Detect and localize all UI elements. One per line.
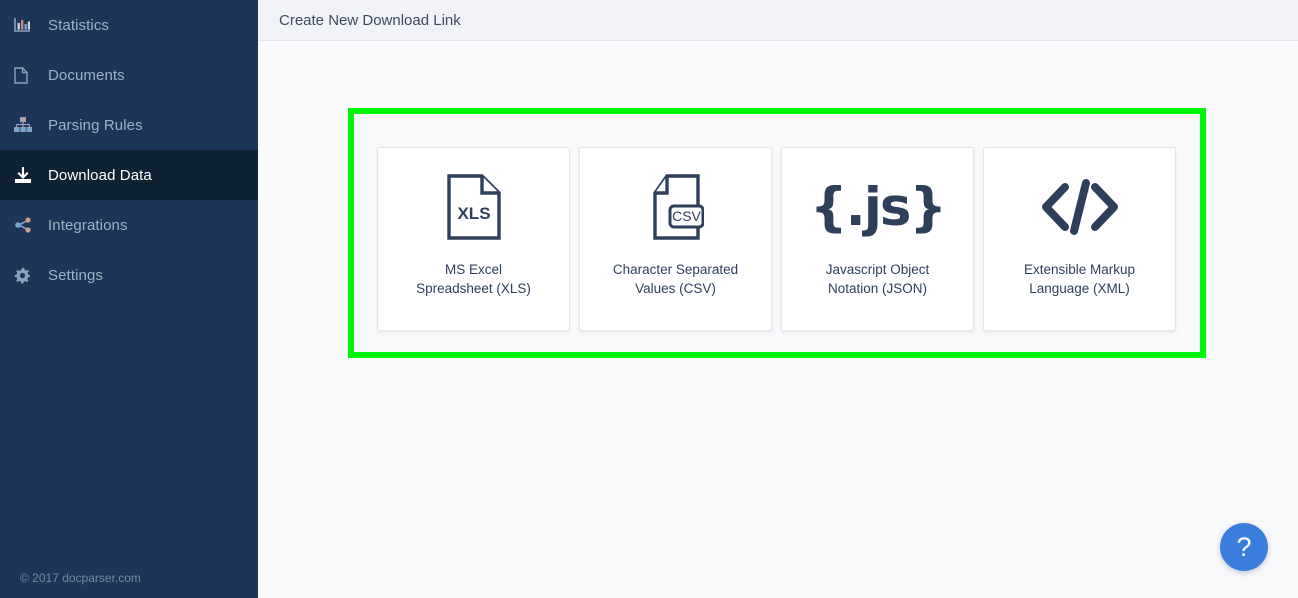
format-card-label: Character Separated Values (CSV) [612, 262, 739, 296]
sidebar-item-label: Integrations [48, 216, 128, 234]
main-area: Create New Download Link XLS MS Excel Sp… [258, 0, 1298, 598]
json-js-icon: {.js} [809, 169, 947, 245]
sidebar-item-label: Settings [48, 266, 103, 284]
share-icon [14, 215, 44, 235]
download-icon [14, 165, 44, 185]
bar-chart-icon [14, 15, 44, 35]
sidebar-item-label: Documents [48, 66, 125, 84]
format-card-csv[interactable]: CSV Character Separated Values (CSV) [579, 147, 772, 331]
xls-file-icon: XLS [446, 169, 501, 245]
sidebar-copyright: © 2017 docparser.com [20, 571, 141, 585]
sidebar-item-settings[interactable]: Settings [0, 250, 258, 300]
format-card-xls[interactable]: XLS MS Excel Spreadsheet (XLS) [377, 147, 570, 331]
content-area: XLS MS Excel Spreadsheet (XLS) CSV Chara… [258, 41, 1298, 598]
format-card-json[interactable]: {.js} Javascript Object Notation (JSON) [781, 147, 974, 331]
file-icon [14, 65, 44, 85]
help-button[interactable]: ? [1220, 523, 1268, 571]
sidebar-item-documents[interactable]: Documents [0, 50, 258, 100]
page-header: Create New Download Link [258, 0, 1298, 41]
sidebar-item-label: Statistics [48, 16, 110, 34]
sidebar-item-parsing-rules[interactable]: Parsing Rules [0, 100, 258, 150]
sidebar-item-statistics[interactable]: Statistics [0, 0, 258, 50]
format-card-label: MS Excel Spreadsheet (XLS) [416, 262, 531, 296]
gear-icon [14, 265, 44, 285]
sidebar-item-integrations[interactable]: Integrations [0, 200, 258, 250]
format-card-xml[interactable]: Extensible Markup Language (XML) [983, 147, 1176, 331]
json-icon-text: {.js} [809, 176, 947, 238]
page-title: Create New Download Link [279, 11, 461, 29]
format-selection-highlight: XLS MS Excel Spreadsheet (XLS) CSV Chara… [348, 108, 1206, 358]
format-card-label: Javascript Object Notation (JSON) [825, 262, 930, 296]
sidebar-item-label: Download Data [48, 166, 152, 184]
sidebar-item-download-data[interactable]: Download Data [0, 150, 258, 200]
xls-icon-text: XLS [457, 204, 490, 223]
csv-icon-text: CSV [672, 208, 701, 224]
format-card-label: Extensible Markup Language (XML) [1023, 262, 1136, 296]
format-card-grid: XLS MS Excel Spreadsheet (XLS) CSV Chara… [377, 147, 1176, 331]
sidebar: Statistics Documents Parsing Rules Downl… [0, 0, 258, 598]
csv-file-icon: CSV [648, 169, 704, 245]
sidebar-item-label: Parsing Rules [48, 116, 143, 134]
question-mark-icon: ? [1236, 531, 1252, 562]
xml-code-icon [1039, 169, 1121, 245]
sitemap-icon [14, 115, 44, 135]
